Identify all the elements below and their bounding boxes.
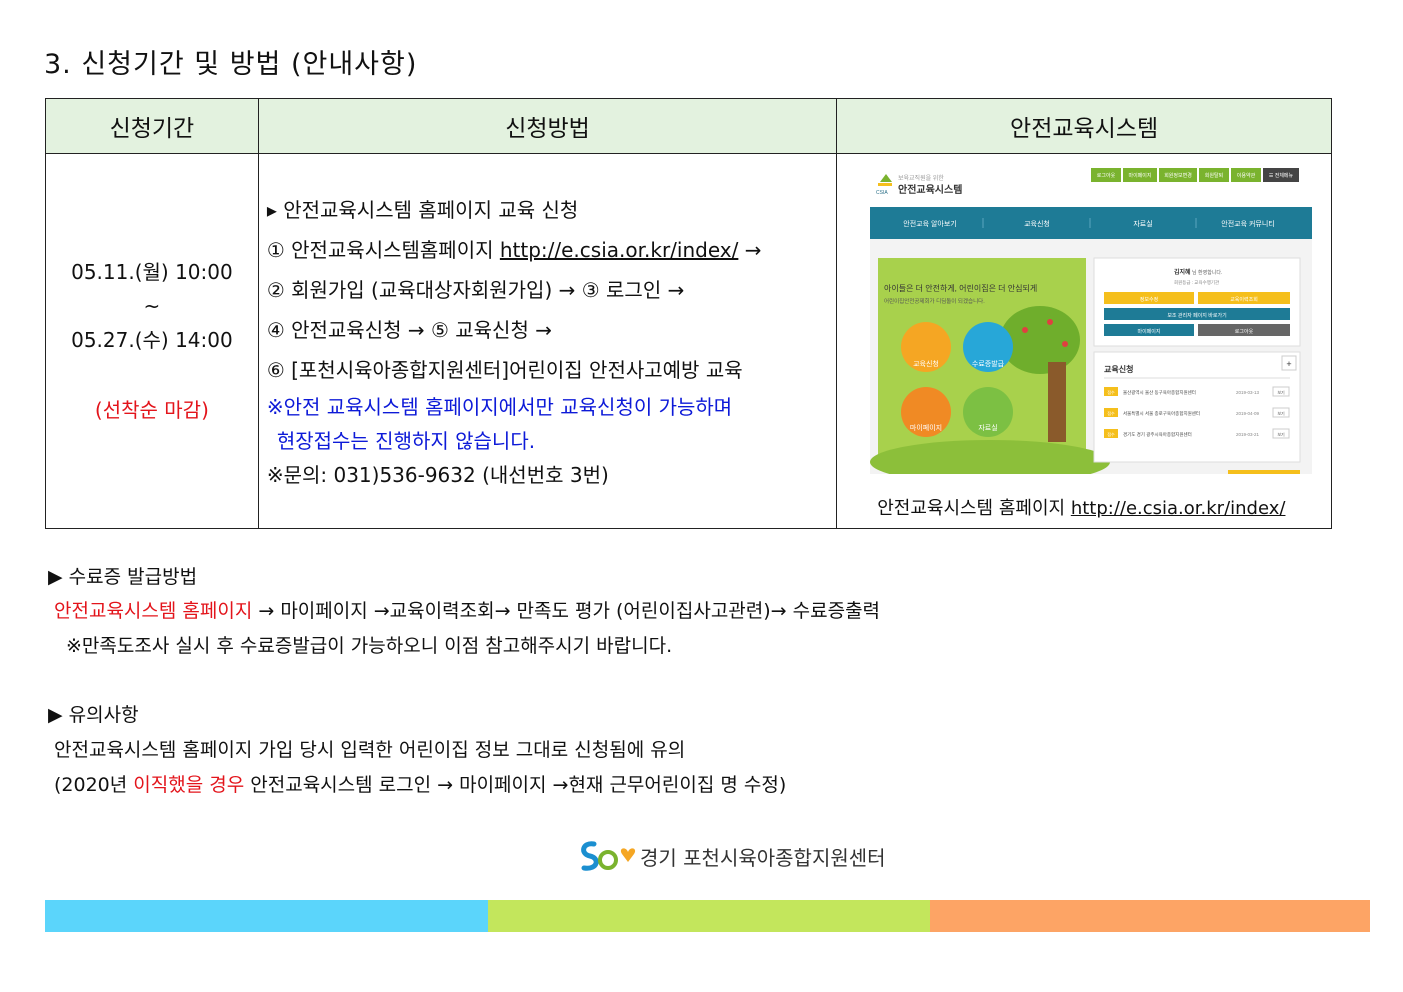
system-url-link[interactable]: http://e.csia.or.kr/index/ xyxy=(500,238,739,262)
user-name: 김지혜 xyxy=(1174,268,1191,276)
edu-row-3-date: 2019-03-21 xyxy=(1236,432,1260,437)
edu-row-2-name[interactable]: 서울특별시 서울 종로구육아종합지원센터 xyxy=(1123,410,1200,417)
top-button-mypage[interactable]: 마이페이지 xyxy=(1129,172,1152,179)
user-welcome: 님 환영합니다. xyxy=(1192,269,1222,276)
csia-logo: CSIA 보육교직원을 위한 안전교육시스템 xyxy=(876,174,963,196)
caution-heading: ▶ 유의사항 xyxy=(48,704,139,726)
method-line-5: ⑥ [포천시육아종합지원센터]어린이집 안전사고예방 교육 xyxy=(266,358,743,382)
header-method: 신청방법 xyxy=(257,98,838,154)
footer-logo: 경기 포천시육아종합지원센터 xyxy=(578,838,886,874)
method-contact: ※문의: 031)536-9632 (내선번호 3번) xyxy=(266,463,609,487)
edu-row-2-badge: 접수 xyxy=(1108,410,1116,416)
center-name: 경기 포천시육아종합지원센터 xyxy=(640,845,886,870)
method-cell: ▸ 안전교육시스템 홈페이지 교육 신청 ① 안전교육시스템홈페이지 http:… xyxy=(257,153,838,529)
user-box: 김지혜 님 환영합니다. 회원등급 : 교육수행기관 정보수정 교육이력조회 보… xyxy=(1093,257,1301,347)
caution-line-2-prefix: (2020년 xyxy=(54,774,134,796)
certificate-flow: 안전교육시스템 홈페이지 → 마이페이지 →교육이력조회→ 만족도 평가 (어린… xyxy=(54,596,880,623)
method-line-2-prefix: ① 안전교육시스템홈페이지 xyxy=(266,238,500,262)
method-line-3: ② 회원가입 (교육대상자회원가입) → ③ 로그인 → xyxy=(266,278,685,302)
method-notice-2: 현장접수는 진행하지 않습니다. xyxy=(276,429,536,453)
top-button-terms[interactable]: 이용약관 xyxy=(1237,172,1256,179)
caution-line-2: (2020년 이직했을 경우 안전교육시스템 로그인 → 마이페이지 →현재 근… xyxy=(54,770,786,797)
header-system: 안전교육시스템 xyxy=(836,98,1332,154)
edu-list-plus-icon[interactable]: + xyxy=(1287,359,1292,369)
certificate-flow-steps: → 마이페이지 →교육이력조회→ 만족도 평가 (어린이집사고관련)→ 수료증출… xyxy=(252,600,881,622)
user-button-logout[interactable]: 로그아웃 xyxy=(1235,328,1254,335)
edu-row-2-date: 2019-04-09 xyxy=(1236,411,1260,416)
logo-subtitle: 보육교직원을 위한 xyxy=(898,174,944,182)
period-end: 05.27.(수) 14:00 xyxy=(71,328,233,352)
caution-line-2-suffix: 안전교육시스템 로그인 → 마이페이지 →현재 근무어린이집 명 수정) xyxy=(244,774,787,796)
method-line-2: ① 안전교육시스템홈페이지 http://e.csia.or.kr/index/… xyxy=(267,230,835,270)
table-header-row: 신청기간 신청방법 안전교육시스템 xyxy=(45,98,1332,154)
edu-list: 교육신청 + 접수 울산광역시 울산 동구육아종합지원센터 2019-03-13… xyxy=(1093,351,1301,474)
edu-row-1-date: 2019-03-13 xyxy=(1236,390,1260,395)
period-tilde: ~ xyxy=(143,294,161,318)
circle-certificate-label: 수료증발급 xyxy=(972,359,1005,368)
application-table: 신청기간 신청방법 안전교육시스템 05.11.(월) 10:00 ~ 05.2… xyxy=(45,98,1332,529)
certificate-heading: ▶ 수료증 발급방법 xyxy=(48,566,198,588)
circle-library-label: 자료실 xyxy=(979,423,998,432)
edu-row-1-view[interactable]: 보기 xyxy=(1278,389,1286,395)
top-button-withdraw[interactable]: 회원탈퇴 xyxy=(1205,172,1223,179)
edu-list-title: 교육신청 xyxy=(1104,364,1133,374)
section-title: 3. 신청기간 및 방법 (안내사항) xyxy=(44,49,418,80)
nav-item-about[interactable]: 안전교육 알아보기 xyxy=(903,219,956,228)
period-note: (선착순 마감) xyxy=(94,398,209,422)
edu-row-3-view[interactable]: 보기 xyxy=(1278,431,1286,437)
banner-title: 아이들은 더 안전하게, 어린이집은 더 안심되게 xyxy=(884,283,1037,293)
system-caption-prefix: 안전교육시스템 홈페이지 xyxy=(877,498,1071,519)
banner-subtitle: 어린이집안전공제회가 디딤돌이 되겠습니다. xyxy=(884,297,985,305)
logo-mark-icon xyxy=(880,174,893,182)
user-button-history[interactable]: 교육이력조회 xyxy=(1230,296,1258,303)
logo-mark-bar-icon xyxy=(878,183,893,186)
user-button-edit[interactable]: 정보수정 xyxy=(1140,296,1158,303)
nav-item-apply[interactable]: 교육신청 xyxy=(1024,219,1050,228)
logo-mark-text: CSIA xyxy=(876,190,888,196)
user-button-sub-admin[interactable]: 보조 관리자 페이지 바로가기 xyxy=(1168,312,1227,319)
logo-title: 안전교육시스템 xyxy=(898,183,962,196)
user-grade: 회원등급 : 교육수행기관 xyxy=(1174,279,1219,286)
nav-bar: 안전교육 알아보기 교육신청 자료실 안전교육 커뮤니티 xyxy=(870,207,1313,239)
method-line-1: ▸ 안전교육시스템 홈페이지 교육 신청 xyxy=(266,198,579,222)
circle-mypage-label: 마이페이지 xyxy=(910,423,942,432)
top-buttons: 로그아웃 마이페이지 회원정보변경 회원탈퇴 이용약관 ☰ 전체메뉴 xyxy=(1091,168,1300,182)
system-caption: 안전교육시스템 홈페이지 http://e.csia.or.kr/index/ xyxy=(877,494,1285,520)
system-caption-url-link[interactable]: http://e.csia.or.kr/index/ xyxy=(1071,498,1286,519)
system-homepage-screenshot: CSIA 보육교직원을 위한 안전교육시스템 로그아웃 마이페이지 회원정보변경… xyxy=(870,162,1313,484)
header-period: 신청기간 xyxy=(45,98,259,154)
edu-row-1-badge: 접수 xyxy=(1108,389,1116,395)
circle-apply-label: 교육신청 xyxy=(913,359,939,368)
edu-row-3-badge: 접수 xyxy=(1108,431,1116,437)
nav-item-community[interactable]: 안전교육 커뮤니티 xyxy=(1221,219,1274,228)
period-spacer xyxy=(47,357,257,393)
caution-line-2-highlight: 이직했을 경우 xyxy=(133,774,245,796)
period-cell: 05.11.(월) 10:00 ~ 05.27.(수) 14:00 (선착순 마… xyxy=(45,153,259,529)
caution-line-1: 안전교육시스템 홈페이지 가입 당시 입력한 어린이집 정보 그대로 신청됨에 … xyxy=(54,739,686,761)
footer-bar-blue xyxy=(45,900,488,932)
edu-row-1-name[interactable]: 울산광역시 울산 동구육아종합지원센터 xyxy=(1123,389,1196,396)
system-cell: CSIA 보육교직원을 위한 안전교육시스템 로그아웃 마이페이지 회원정보변경… xyxy=(836,153,1332,529)
edu-row-3-name[interactable]: 경기도 경기 광주시육아종합지원센터 xyxy=(1123,431,1192,438)
edu-row-2-view[interactable]: 보기 xyxy=(1278,410,1286,416)
footer-bar-orange xyxy=(930,900,1370,932)
certificate-note: ※만족도조사 실시 후 수료증발급이 가능하오니 이점 참고해주시기 바랍니다. xyxy=(66,635,673,657)
nav-item-library[interactable]: 자료실 xyxy=(1134,219,1153,228)
user-button-mypage[interactable]: 마이페이지 xyxy=(1138,328,1161,335)
certificate-flow-site: 안전교육시스템 홈페이지 xyxy=(54,600,253,622)
method-notice-1: ※안전 교육시스템 홈페이지에서만 교육신청이 가능하며 xyxy=(266,395,733,419)
table-row: 05.11.(월) 10:00 ~ 05.27.(수) 14:00 (선착순 마… xyxy=(45,153,1332,529)
top-button-all-menu[interactable]: ☰ 전체메뉴 xyxy=(1269,172,1294,179)
top-button-member-edit[interactable]: 회원정보변경 xyxy=(1164,172,1192,179)
method-line-2-suffix: → xyxy=(738,238,762,262)
footer-bar-green xyxy=(488,900,930,932)
homepage-image: CSIA 보육교직원을 위한 안전교육시스템 로그아웃 마이페이지 회원정보변경… xyxy=(870,168,1313,484)
top-button-logout[interactable]: 로그아웃 xyxy=(1097,172,1116,179)
period-start: 05.11.(월) 10:00 xyxy=(71,260,233,284)
center-logo-icon xyxy=(581,841,636,871)
method-line-4: ④ 안전교육신청 → ⑤ 교육신청 → xyxy=(266,318,552,342)
